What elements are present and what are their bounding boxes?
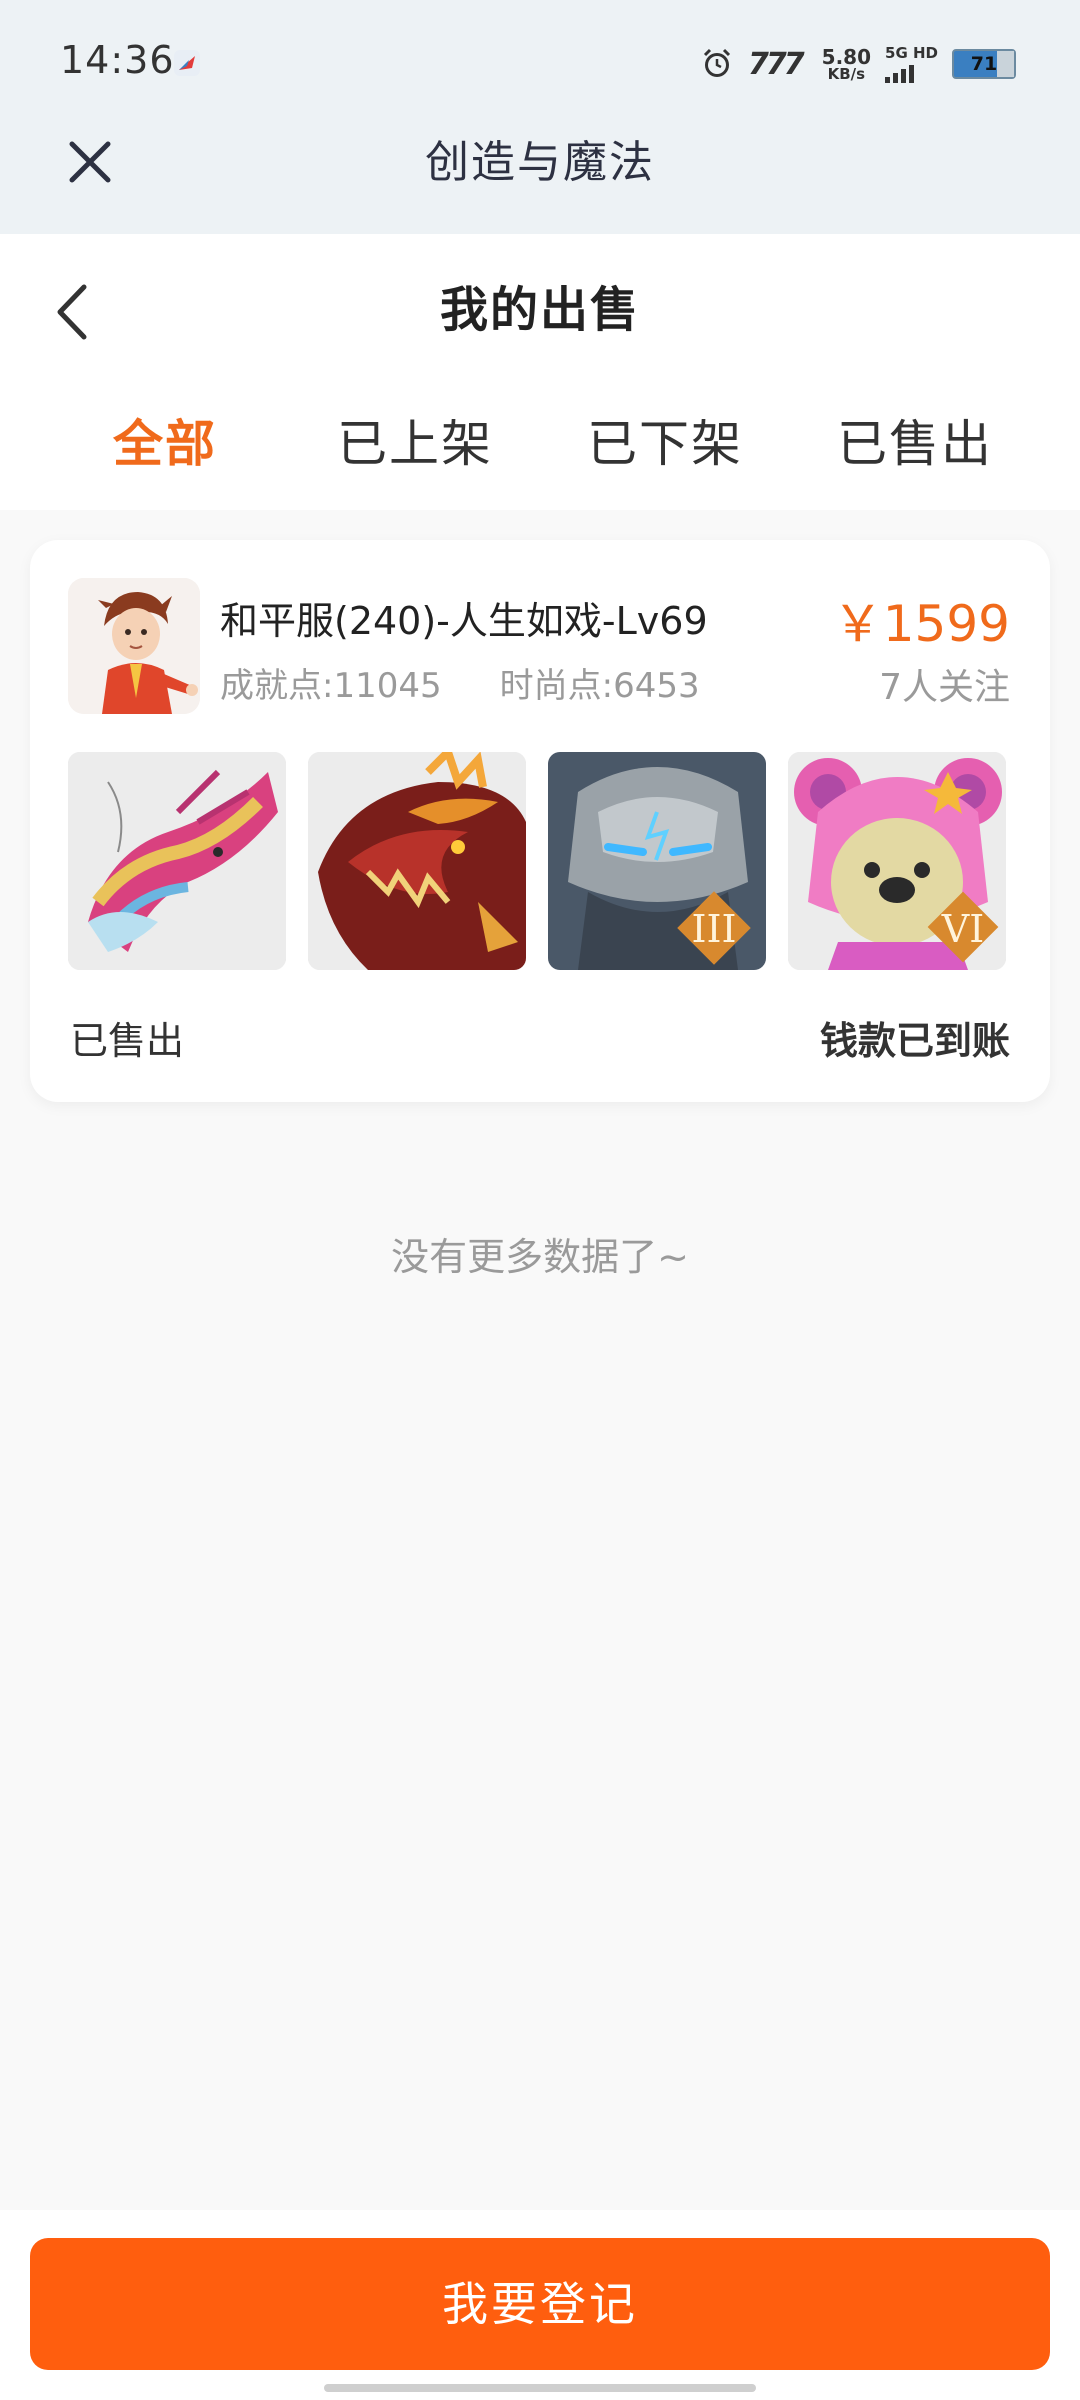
battery-icon: 71: [952, 49, 1016, 79]
top-area: 14:36 777 5.80 KB/s 5G HD 71 创造与魔法: [0, 0, 1080, 234]
listing-title: 和平服(240)-人生如戏-Lv69: [220, 599, 708, 643]
listing-card[interactable]: 和平服(240)-人生如戏-Lv69 成就点:11045 时尚点:6453 ￥15…: [30, 540, 1050, 1102]
tab-sold[interactable]: 已售出: [790, 404, 1040, 476]
battery-level: 71: [970, 53, 998, 75]
webview-header: 创造与魔法: [0, 120, 1080, 234]
listing-stats: 成就点:11045 时尚点:6453: [220, 658, 700, 707]
page-title: 我的出售: [439, 282, 640, 338]
fashion-points: 时尚点:6453: [499, 666, 700, 706]
alarm-icon: [703, 48, 731, 77]
status-bar: 14:36 777 5.80 KB/s 5G HD 71: [0, 0, 1080, 120]
vpn-badge: 777: [748, 46, 805, 82]
end-of-list-note: 没有更多数据了~: [391, 1235, 689, 1279]
tab-listed[interactable]: 已上架: [290, 404, 540, 476]
cellular-signal: 5G HD: [885, 43, 938, 83]
status-time: 14:36: [60, 38, 175, 82]
thumbnail-rainbow-dragon[interactable]: [68, 752, 286, 970]
status-icons: 777 5.80 KB/s 5G HD 71: [700, 44, 1016, 84]
follower-count: 7人关注: [879, 667, 1010, 708]
filter-tabs: 全部 已上架 已下架 已售出: [40, 404, 1040, 476]
tab-delisted[interactable]: 已下架: [540, 404, 790, 476]
home-indicator[interactable]: [324, 2384, 756, 2392]
listing-price: ￥1599: [832, 595, 1010, 653]
bottom-bar: 我要登记: [0, 2210, 1080, 2400]
item-thumbnails: III VI: [68, 752, 1006, 970]
signal-bars-icon: [885, 63, 915, 83]
app-notification-icon: [174, 50, 200, 76]
network-speed: 5.80 KB/s: [822, 47, 871, 82]
badge-VI: VI: [941, 907, 984, 951]
thumbnail-pink-bear[interactable]: VI: [788, 752, 1006, 970]
network-type: 5G HD: [885, 43, 938, 62]
speed-value: 5.80: [821, 44, 872, 69]
thumbnail-fire-dragon[interactable]: [308, 752, 526, 970]
listing-status: 已售出: [70, 1019, 185, 1063]
achievement-points: 成就点:11045: [220, 666, 442, 706]
thumbnail-stone-golem[interactable]: III: [548, 752, 766, 970]
tab-all[interactable]: 全部: [40, 404, 290, 476]
badge-III: III: [691, 907, 736, 951]
page-header: 我的出售 全部 已上架 已下架 已售出: [0, 234, 1080, 510]
payment-status: 钱款已到账: [819, 1019, 1010, 1063]
character-avatar: [68, 578, 200, 714]
webview-title: 创造与魔法: [425, 137, 655, 188]
speed-unit: KB/s: [827, 64, 866, 83]
register-button[interactable]: 我要登记: [30, 2238, 1050, 2370]
